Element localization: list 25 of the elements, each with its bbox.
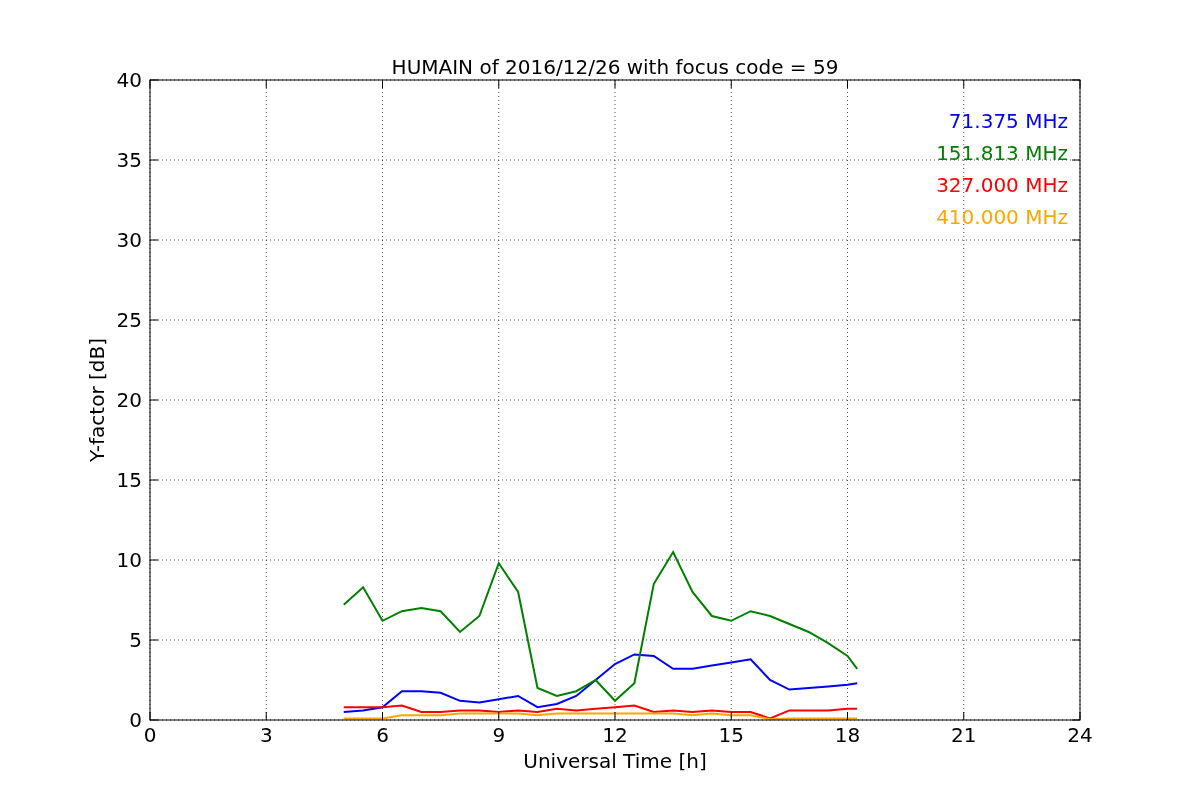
y-tick-label: 30	[116, 228, 142, 252]
x-tick-label: 24	[1067, 723, 1093, 747]
legend-label: 151.813 MHz	[936, 141, 1068, 165]
y-tick-label: 0	[129, 708, 142, 732]
y-tick-label: 25	[116, 308, 142, 332]
x-tick-label: 9	[492, 723, 506, 747]
x-tick-label: 15	[718, 723, 744, 747]
y-tick-label: 5	[129, 628, 142, 652]
x-tick-label: 12	[602, 723, 628, 747]
y-tick-label: 40	[116, 68, 142, 92]
chart-title: HUMAIN of 2016/12/26 with focus code = 59	[391, 55, 839, 79]
y-tick-label: 20	[116, 388, 142, 412]
x-tick-label: 3	[259, 723, 273, 747]
y-axis-label: Y-factor [dB]	[85, 338, 109, 462]
x-tick-label: 21	[951, 723, 977, 747]
y-tick-label: 10	[116, 548, 142, 572]
y-tick-label: 35	[116, 148, 142, 172]
x-tick-label: 18	[834, 723, 861, 747]
x-tick-label: 6	[376, 723, 389, 747]
x-axis-label: Universal Time [h]	[523, 749, 707, 773]
x-tick-label: 0	[143, 723, 157, 747]
legend-label: 71.375 MHz	[948, 109, 1068, 133]
legend-label: 327.000 MHz	[936, 173, 1068, 197]
y-tick-label: 15	[116, 468, 142, 492]
legend-label: 410.000 MHz	[936, 205, 1068, 229]
